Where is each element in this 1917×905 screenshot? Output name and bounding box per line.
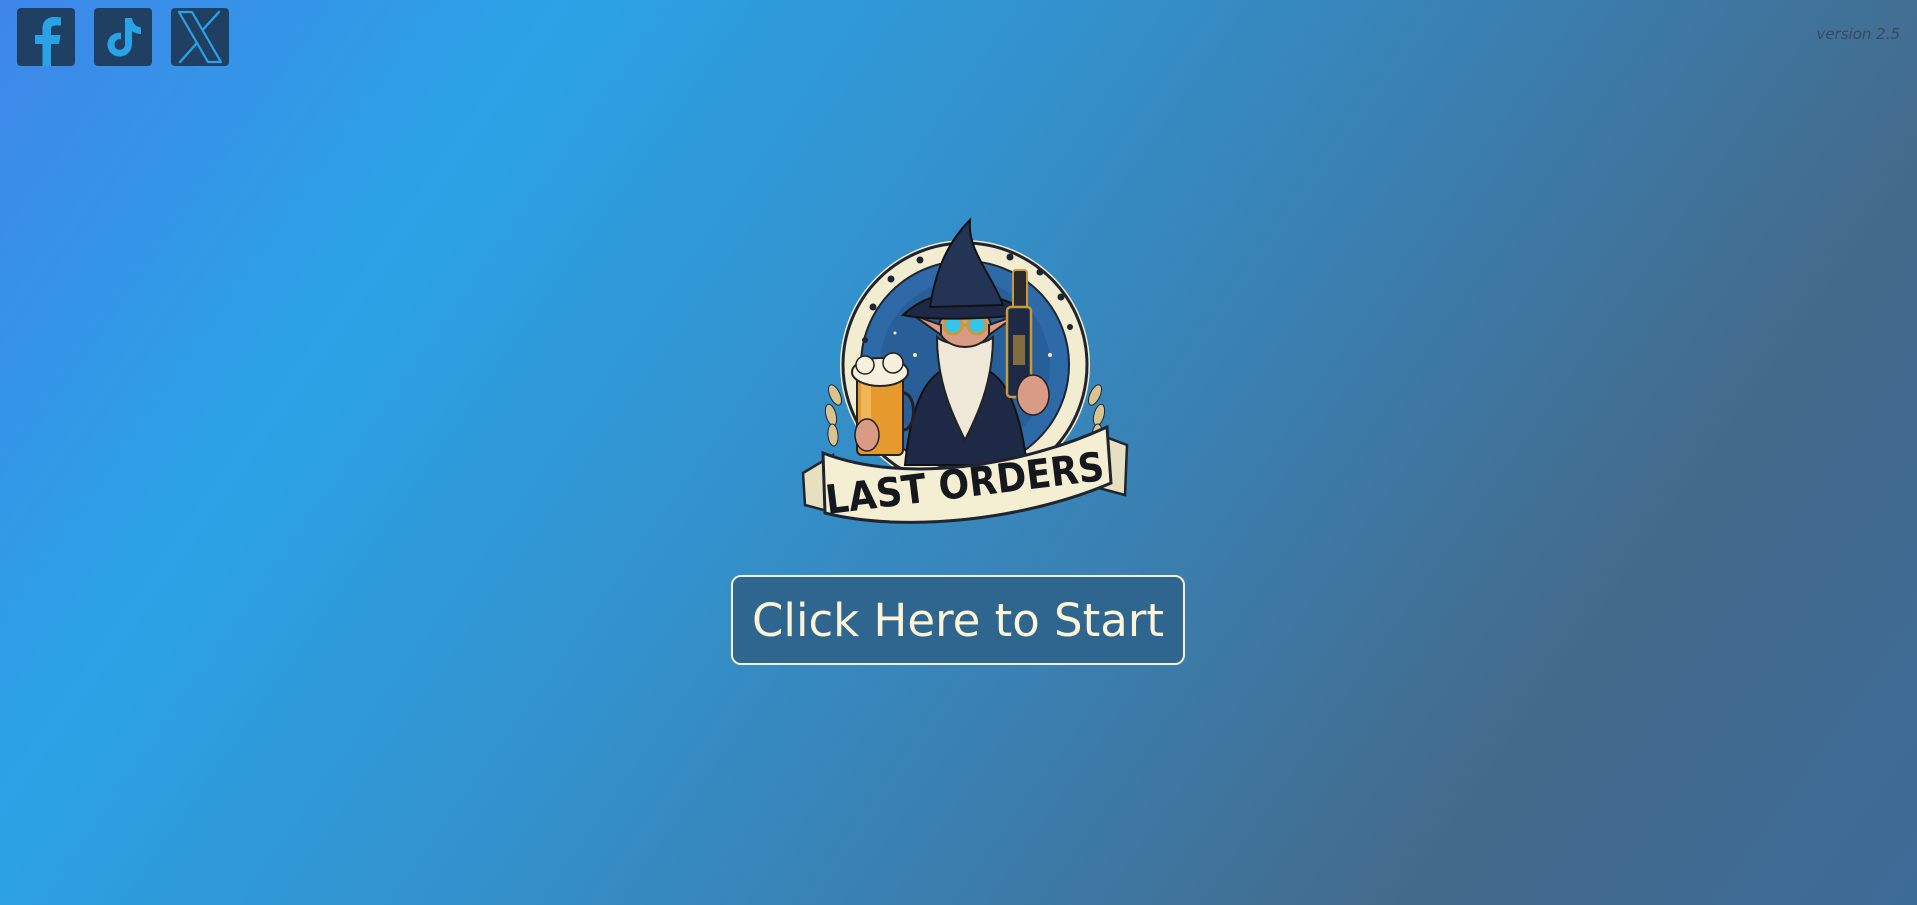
last-orders-logo: LAST ORDERS bbox=[795, 215, 1135, 545]
tiktok-icon bbox=[107, 18, 141, 57]
tiktok-button[interactable] bbox=[94, 8, 152, 66]
facebook-button[interactable] bbox=[17, 8, 75, 66]
wizard-logo-icon: LAST ORDERS bbox=[801, 217, 1129, 524]
x-icon bbox=[177, 10, 223, 64]
start-button[interactable]: Click Here to Start bbox=[731, 575, 1185, 665]
version-label: version 2.5 bbox=[1816, 25, 1900, 43]
social-links bbox=[17, 8, 229, 66]
facebook-icon bbox=[35, 17, 61, 66]
x-button[interactable] bbox=[171, 8, 229, 66]
